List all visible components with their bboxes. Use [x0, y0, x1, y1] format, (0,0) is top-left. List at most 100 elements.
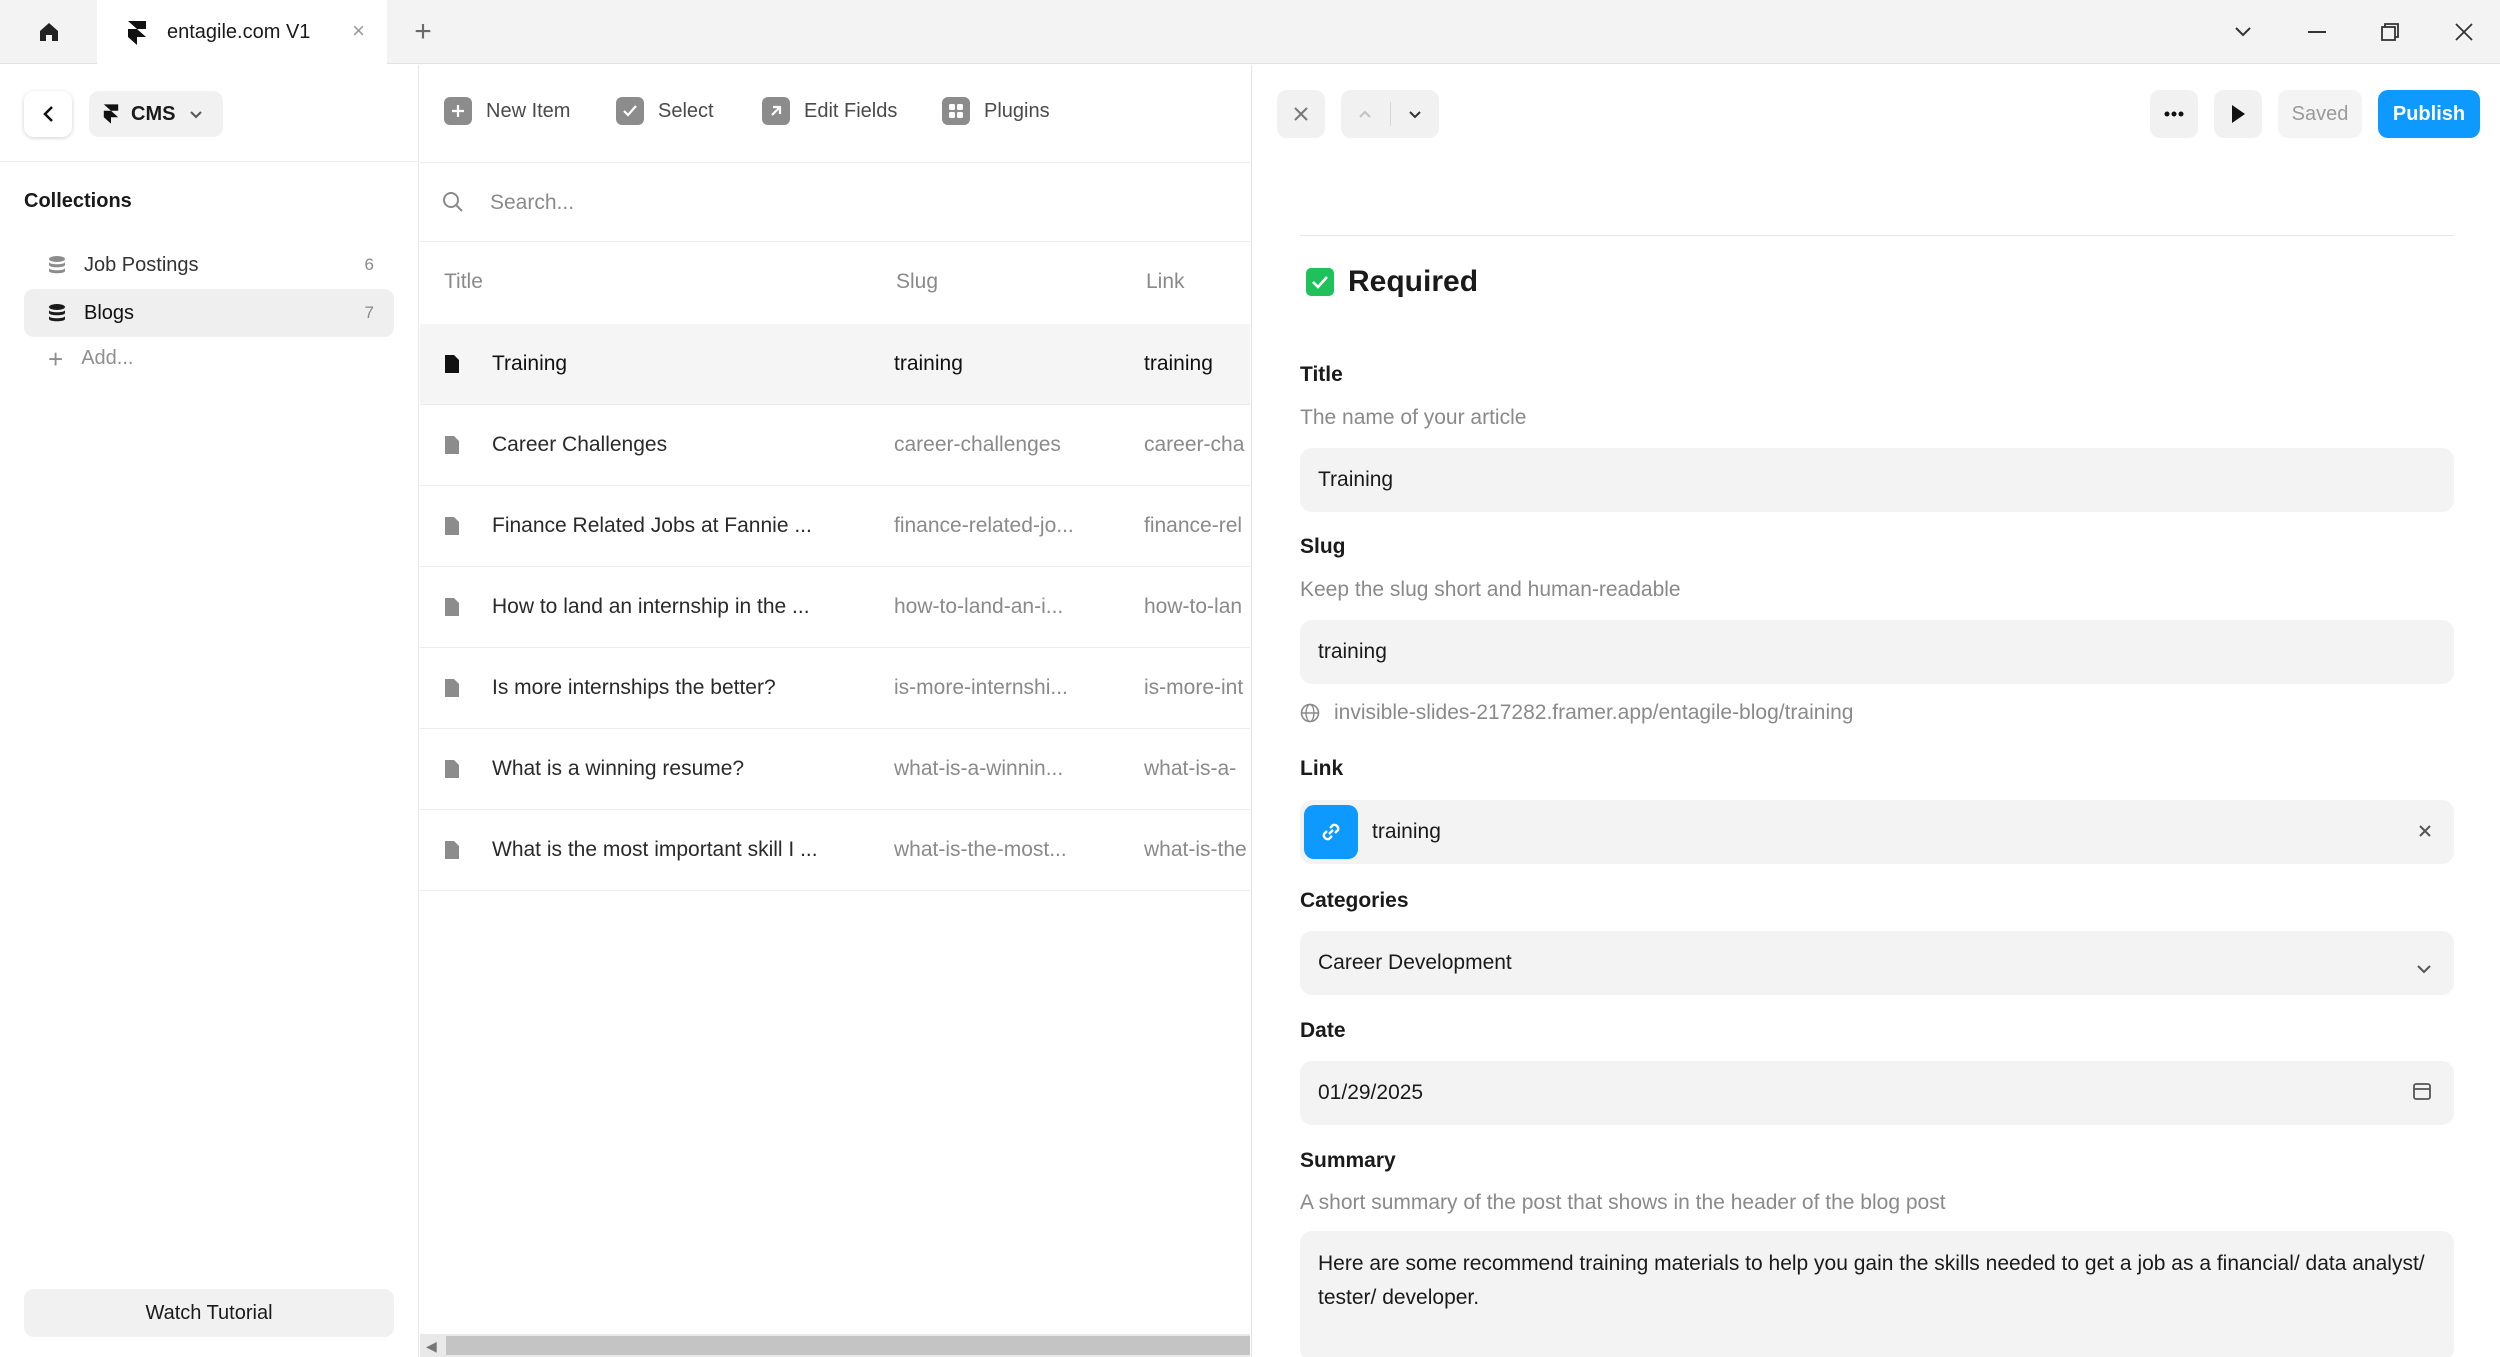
calendar-icon[interactable]: [2412, 1081, 2432, 1107]
minimize-icon: [2308, 31, 2326, 33]
previous-item-button[interactable]: [1341, 90, 1390, 138]
table-row[interactable]: Is more internships the better? is-more-…: [420, 648, 1250, 729]
document-icon: [445, 355, 459, 373]
collection-item-blogs[interactable]: Blogs 7: [24, 289, 394, 337]
plugins-button[interactable]: Plugins: [942, 97, 1050, 125]
plugins-icon: [942, 97, 970, 125]
slug-url-preview[interactable]: invisible-slides-217282.framer.app/entag…: [1300, 701, 1853, 725]
collection-label: Job Postings: [84, 253, 199, 276]
title-field-help: The name of your article: [1300, 406, 1527, 429]
row-link: is-more-int: [1144, 676, 1244, 699]
horizontal-scrollbar[interactable]: ◀: [420, 1334, 1250, 1357]
close-icon: [2419, 825, 2431, 837]
link-field-label: Link: [1300, 757, 1344, 780]
scroll-left-icon[interactable]: ◀: [426, 1338, 437, 1355]
categories-value: Career Development: [1318, 951, 1512, 974]
date-value: 01/29/2025: [1318, 1081, 1424, 1104]
document-icon: [445, 517, 459, 535]
publish-button[interactable]: Publish: [2378, 90, 2480, 138]
plus-icon: [444, 97, 472, 125]
more-options-button[interactable]: [2150, 90, 2198, 138]
summary-field-help: A short summary of the post that shows i…: [1300, 1191, 1946, 1214]
cms-menu-button[interactable]: CMS: [89, 91, 223, 137]
column-header-title[interactable]: Title: [444, 270, 483, 294]
more-icon: [2164, 111, 2184, 117]
tab-list-dropdown[interactable]: [2223, 12, 2263, 52]
row-slug: what-is-a-winnin...: [894, 757, 1064, 780]
date-input[interactable]: 01/29/2025: [1300, 1061, 2454, 1125]
table-row[interactable]: What is the most important skill I ... w…: [420, 810, 1250, 891]
column-header-link[interactable]: Link: [1146, 270, 1185, 294]
close-editor-button[interactable]: [1277, 90, 1325, 138]
database-icon: [49, 304, 65, 322]
new-item-button[interactable]: New Item: [444, 97, 570, 125]
clear-link-button[interactable]: [2418, 820, 2432, 844]
watch-tutorial-button[interactable]: Watch Tutorial: [24, 1289, 394, 1337]
categories-field-label: Categories: [1300, 889, 1409, 912]
next-item-button[interactable]: [1390, 90, 1439, 138]
scrollbar-thumb[interactable]: [446, 1336, 1250, 1355]
add-collection-label: Add...: [81, 347, 134, 369]
row-title: Finance Related Jobs at Fannie ...: [492, 514, 812, 537]
column-header-slug[interactable]: Slug: [896, 270, 938, 294]
home-button[interactable]: [0, 0, 97, 64]
document-icon: [445, 760, 459, 778]
restore-button[interactable]: [2370, 12, 2410, 52]
row-title: What is the most important skill I ...: [492, 838, 818, 861]
tab-title: entagile.com V1: [167, 21, 311, 43]
chevron-down-icon: [1409, 110, 1421, 118]
close-icon: [2455, 23, 2473, 41]
title-field-label: Title: [1300, 363, 1343, 386]
select-label: Select: [658, 99, 714, 122]
framer-logo-icon: [128, 20, 146, 45]
row-title: What is a winning resume?: [492, 757, 745, 780]
row-link: what-is-the: [1144, 838, 1247, 861]
table-row[interactable]: Training training training: [420, 324, 1250, 405]
table-row[interactable]: Career Challenges career-challenges care…: [420, 405, 1250, 486]
preview-button[interactable]: [2214, 90, 2262, 138]
categories-select[interactable]: Career Development: [1300, 931, 2454, 995]
table-row[interactable]: What is a winning resume? what-is-a-winn…: [420, 729, 1250, 810]
summary-field-label: Summary: [1300, 1149, 1396, 1172]
select-button[interactable]: Select: [616, 97, 714, 125]
chevron-left-icon: [43, 106, 53, 122]
chevron-down-icon: [190, 110, 203, 118]
document-icon: [445, 679, 459, 697]
row-title: How to land an internship in the ...: [492, 595, 810, 618]
required-section-header[interactable]: Required: [1306, 265, 1478, 299]
new-tab-button[interactable]: +: [405, 14, 441, 50]
collections-heading: Collections: [24, 190, 132, 212]
plugins-label: Plugins: [984, 99, 1050, 122]
browser-tab[interactable]: entagile.com V1 ×: [97, 0, 387, 65]
row-slug: is-more-internshi...: [894, 676, 1068, 699]
search-bar: [420, 162, 1250, 242]
collection-label: Blogs: [84, 301, 135, 324]
framer-logo-icon: [103, 104, 119, 124]
tab-close-button[interactable]: ×: [352, 20, 365, 42]
edit-fields-button[interactable]: Edit Fields: [762, 97, 897, 125]
back-button[interactable]: [24, 91, 72, 137]
slug-input[interactable]: training: [1300, 620, 2454, 684]
collection-item-job-postings[interactable]: Job Postings 6: [24, 241, 394, 289]
divider: [1300, 235, 2454, 236]
edit-fields-label: Edit Fields: [804, 99, 898, 122]
cms-sidebar: CMS Collections Job Postings 6 Blogs 7 +…: [0, 65, 419, 1357]
summary-textarea[interactable]: Here are some recommend training materia…: [1300, 1231, 2454, 1357]
title-input[interactable]: Training: [1300, 448, 2454, 512]
slug-field-label: Slug: [1300, 535, 1346, 558]
play-icon: [2232, 105, 2245, 123]
collection-count: 7: [364, 303, 374, 322]
close-window-button[interactable]: [2444, 12, 2484, 52]
document-icon: [445, 436, 459, 454]
table-row[interactable]: Finance Related Jobs at Fannie ... finan…: [420, 486, 1250, 567]
required-label: Required: [1348, 265, 1479, 298]
add-collection-button[interactable]: + Add...: [48, 346, 134, 372]
table-row[interactable]: How to land an internship in the ... how…: [420, 567, 1250, 648]
link-icon: [1304, 805, 1358, 859]
minimize-button[interactable]: [2297, 12, 2337, 52]
link-input[interactable]: training: [1300, 800, 2454, 864]
row-slug: how-to-land-an-i...: [894, 595, 1064, 618]
search-input[interactable]: [490, 181, 1190, 225]
row-slug: finance-related-jo...: [894, 514, 1074, 537]
row-slug: what-is-the-most...: [894, 838, 1067, 861]
